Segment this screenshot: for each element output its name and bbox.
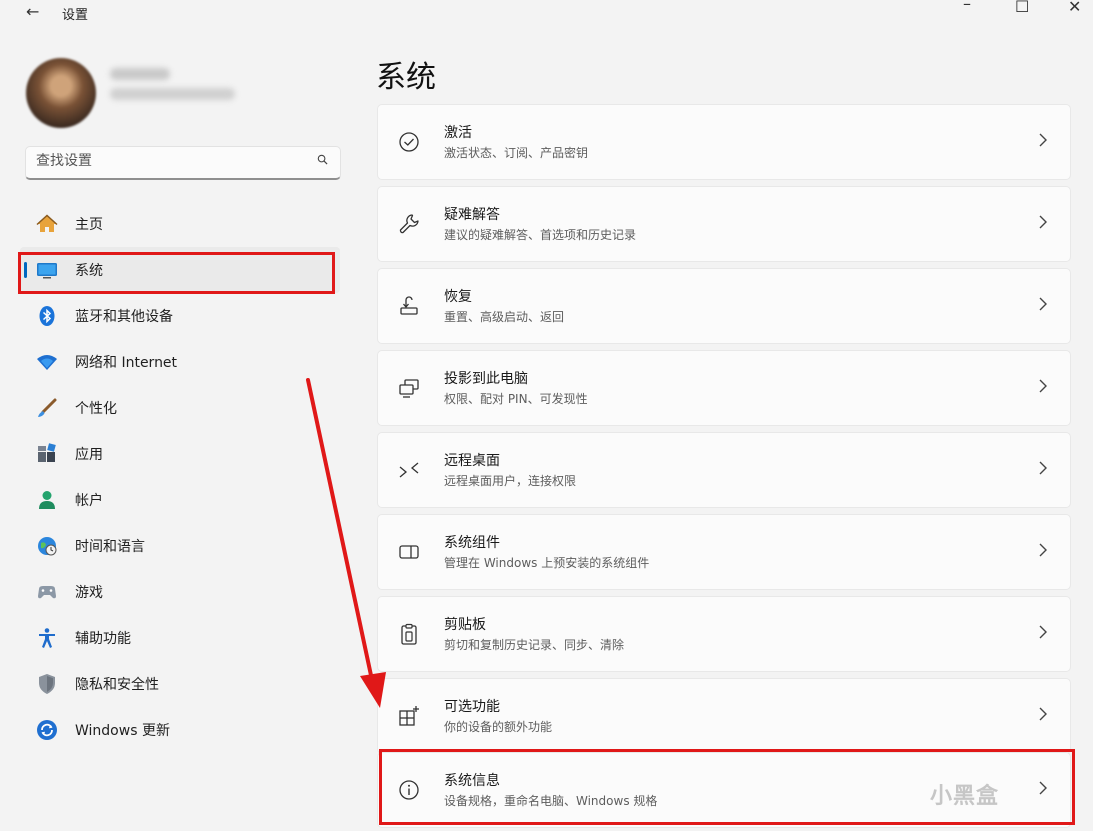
chevron-right-icon bbox=[1039, 215, 1047, 229]
card-title: 可选功能 bbox=[444, 699, 500, 715]
user-email-blurred bbox=[110, 88, 235, 100]
remote-desktop-icon bbox=[399, 462, 419, 478]
sidebar-item-label: Windows 更新 bbox=[75, 723, 170, 739]
avatar[interactable] bbox=[26, 58, 96, 128]
card-subtitle: 重置、高级启动、返回 bbox=[444, 310, 565, 324]
bluetooth-icon bbox=[36, 305, 58, 327]
sidebar-item-label: 隐私和安全性 bbox=[75, 677, 159, 693]
sidebar-item-label: 帐户 bbox=[75, 493, 103, 509]
back-button[interactable]: ← bbox=[26, 2, 39, 21]
apps-icon bbox=[36, 443, 58, 465]
sidebar-item-label: 网络和 Internet bbox=[75, 355, 178, 371]
clipboard-icon bbox=[401, 623, 417, 645]
sidebar-item-home[interactable]: 主页 bbox=[20, 201, 340, 247]
card-recovery[interactable]: 恢复 重置、高级启动、返回 bbox=[377, 268, 1071, 344]
maximize-button[interactable]: ☐ bbox=[1015, 0, 1029, 16]
sidebar-item-windows-update[interactable]: Windows 更新 bbox=[20, 707, 340, 753]
shield-icon bbox=[36, 673, 58, 695]
chevron-right-icon bbox=[1039, 379, 1047, 393]
title-bar: ← 设置 – ☐ ✕ bbox=[0, 0, 1093, 26]
card-title: 远程桌面 bbox=[444, 453, 500, 469]
page-title: 系统 bbox=[376, 60, 436, 95]
chevron-right-icon bbox=[1039, 707, 1047, 721]
wrench-icon bbox=[399, 214, 419, 234]
sidebar-item-label: 蓝牙和其他设备 bbox=[75, 309, 173, 325]
globe-clock-icon bbox=[36, 535, 58, 557]
card-system-components[interactable]: 系统组件 管理在 Windows 上预安装的系统组件 bbox=[377, 514, 1071, 590]
highlight-box-system bbox=[18, 252, 335, 294]
check-circle-icon bbox=[399, 132, 419, 152]
update-icon bbox=[36, 719, 58, 741]
chevron-right-icon bbox=[1039, 133, 1047, 147]
sidebar-item-time-language[interactable]: 时间和语言 bbox=[20, 523, 340, 569]
sidebar-item-gaming[interactable]: 游戏 bbox=[20, 569, 340, 615]
app-title: 设置 bbox=[62, 8, 89, 23]
user-icon bbox=[36, 489, 58, 511]
sidebar-item-privacy[interactable]: 隐私和安全性 bbox=[20, 661, 340, 707]
components-icon bbox=[399, 545, 419, 559]
card-subtitle: 剪切和复制历史记录、同步、清除 bbox=[444, 638, 625, 652]
card-optional-features[interactable]: 可选功能 你的设备的额外功能 bbox=[377, 678, 1071, 754]
card-remote-desktop[interactable]: 远程桌面 远程桌面用户，连接权限 bbox=[377, 432, 1071, 508]
card-subtitle: 你的设备的额外功能 bbox=[444, 720, 553, 734]
sidebar: 主页 系统 蓝牙和其他设备 网络和 Internet 个性化 bbox=[0, 26, 360, 831]
card-subtitle: 权限、配对 PIN、可发现性 bbox=[444, 392, 588, 406]
card-title: 疑难解答 bbox=[444, 207, 500, 223]
sidebar-item-label: 个性化 bbox=[75, 401, 117, 417]
sidebar-item-bluetooth[interactable]: 蓝牙和其他设备 bbox=[20, 293, 340, 339]
sidebar-item-apps[interactable]: 应用 bbox=[20, 431, 340, 477]
close-button[interactable]: ✕ bbox=[1068, 0, 1081, 16]
brush-icon bbox=[36, 397, 58, 419]
sidebar-item-label: 游戏 bbox=[75, 585, 103, 601]
recovery-icon bbox=[400, 296, 418, 315]
card-title: 系统组件 bbox=[444, 535, 500, 551]
search-input[interactable] bbox=[36, 153, 296, 169]
sidebar-item-label: 辅助功能 bbox=[75, 631, 131, 647]
card-subtitle: 管理在 Windows 上预安装的系统组件 bbox=[444, 556, 650, 570]
optional-features-icon bbox=[399, 706, 419, 726]
card-title: 恢复 bbox=[444, 289, 472, 305]
chevron-right-icon bbox=[1039, 625, 1047, 639]
watermark: 小黑盒 bbox=[930, 784, 1000, 809]
sidebar-item-label: 应用 bbox=[75, 447, 103, 463]
card-clipboard[interactable]: 剪贴板 剪切和复制历史记录、同步、清除 bbox=[377, 596, 1071, 672]
project-icon bbox=[399, 379, 419, 398]
chevron-right-icon bbox=[1039, 297, 1047, 311]
chevron-right-icon bbox=[1039, 461, 1047, 475]
card-title: 投影到此电脑 bbox=[444, 371, 528, 387]
card-activation[interactable]: 激活 激活状态、订阅、产品密钥 bbox=[377, 104, 1071, 180]
main-content: 系统 激活 激活状态、订阅、产品密钥 疑难解答 建议的疑难解答、首选项和历史记录… bbox=[360, 26, 1093, 831]
search-icon[interactable] bbox=[317, 154, 328, 165]
sidebar-item-label: 时间和语言 bbox=[75, 539, 145, 555]
sidebar-item-accessibility[interactable]: 辅助功能 bbox=[20, 615, 340, 661]
sidebar-item-personalization[interactable]: 个性化 bbox=[20, 385, 340, 431]
card-subtitle: 建议的疑难解答、首选项和历史记录 bbox=[444, 228, 637, 242]
user-name-blurred bbox=[110, 68, 170, 80]
sidebar-item-label: 主页 bbox=[75, 217, 103, 233]
wifi-icon bbox=[36, 351, 58, 373]
sidebar-item-network[interactable]: 网络和 Internet bbox=[20, 339, 340, 385]
search-box[interactable] bbox=[25, 146, 341, 180]
gamepad-icon bbox=[36, 581, 58, 603]
home-icon bbox=[36, 213, 58, 235]
sidebar-item-accounts[interactable]: 帐户 bbox=[20, 477, 340, 523]
card-subtitle: 激活状态、订阅、产品密钥 bbox=[444, 146, 589, 160]
card-project-to-pc[interactable]: 投影到此电脑 权限、配对 PIN、可发现性 bbox=[377, 350, 1071, 426]
card-subtitle: 远程桌面用户，连接权限 bbox=[444, 474, 577, 488]
minimize-button[interactable]: – bbox=[963, 0, 971, 13]
card-title: 剪贴板 bbox=[444, 617, 486, 633]
card-title: 激活 bbox=[444, 125, 472, 141]
card-troubleshoot[interactable]: 疑难解答 建议的疑难解答、首选项和历史记录 bbox=[377, 186, 1071, 262]
chevron-right-icon bbox=[1039, 543, 1047, 557]
accessibility-icon bbox=[36, 627, 58, 649]
